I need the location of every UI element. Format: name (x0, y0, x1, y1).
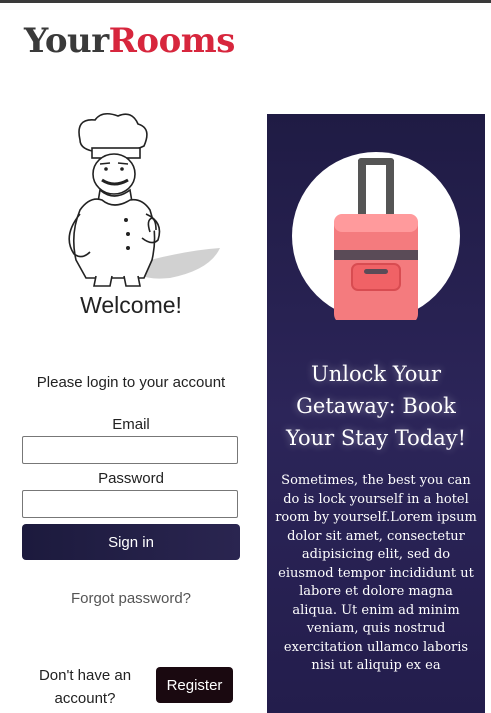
brand-logo-part1: Your (24, 21, 109, 61)
login-panel: Welcome! Please login to your account Em… (0, 110, 262, 713)
forgot-password-link[interactable]: Forgot password? (0, 590, 262, 607)
brand-logo-part2: Rooms (108, 21, 236, 61)
promo-headline: Unlock Your Getaway: Book Your Stay Toda… (277, 358, 475, 454)
email-label: Email (112, 416, 150, 433)
brand-logo[interactable]: YourRooms (24, 18, 235, 64)
no-account-line2: account? (54, 690, 116, 707)
welcome-heading: Welcome! (80, 292, 182, 318)
promo-body: Sometimes, the best you can do is lock y… (275, 473, 477, 673)
register-button[interactable]: Register (156, 667, 233, 703)
promo-panel: Unlock Your Getaway: Book Your Stay Toda… (267, 114, 485, 713)
chef-icon (68, 112, 220, 287)
no-account-text: Don't have an account? (30, 664, 140, 710)
promo-headline-line3: Your Stay Today! (285, 426, 467, 450)
promo-illustration-circle (292, 152, 460, 324)
password-label: Password (98, 470, 164, 487)
no-account-line1: Don't have an (38, 667, 132, 684)
password-field[interactable] (22, 490, 238, 518)
email-field[interactable] (22, 436, 238, 464)
top-border (0, 0, 491, 3)
suitcase-icon (334, 158, 418, 324)
login-prompt: Please login to your account (36, 374, 226, 391)
sign-in-button[interactable]: Sign in (22, 524, 240, 560)
promo-headline-line2: Getaway: Book (296, 394, 456, 418)
promo-headline-line1: Unlock Your (311, 362, 441, 386)
